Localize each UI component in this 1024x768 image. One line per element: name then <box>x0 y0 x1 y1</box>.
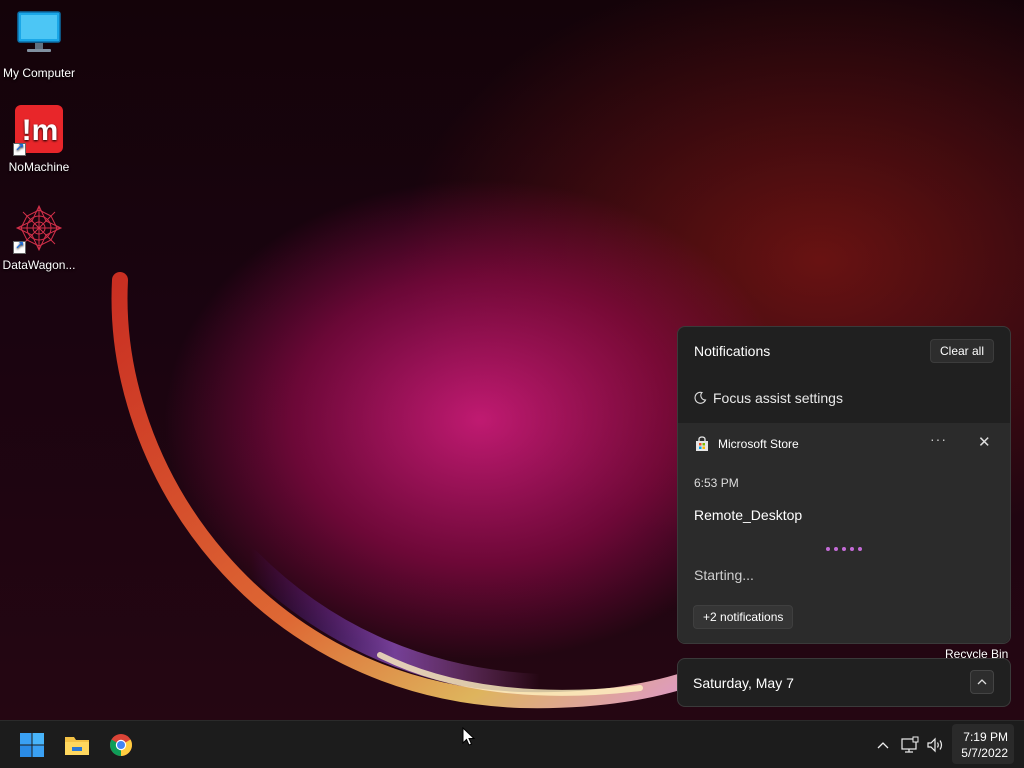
monitor-icon <box>13 10 65 62</box>
desktop-icon-datawagon[interactable]: DataWagon... <box>0 202 78 272</box>
clock-date: 5/7/2022 <box>961 746 1008 760</box>
nomachine-icon: !m <box>13 104 65 156</box>
start-button[interactable] <box>18 731 46 759</box>
notification-time: 6:53 PM <box>694 476 739 490</box>
taskbar-clock[interactable]: 7:19 PM 5/7/2022 <box>952 724 1014 764</box>
shortcut-arrow-icon <box>13 239 26 254</box>
notification-title: Remote_Desktop <box>694 507 803 523</box>
notification-app-name: Microsoft Store <box>718 437 799 451</box>
svg-text:!m: !m <box>22 114 59 147</box>
desktop-icon-label: My Computer <box>2 66 76 80</box>
folder-icon <box>65 737 89 755</box>
network-button[interactable] <box>900 735 920 755</box>
notification-status: Starting... <box>694 567 754 583</box>
windows-logo-icon <box>20 733 44 757</box>
notifications-title: Notifications <box>694 343 771 359</box>
chevron-up-icon <box>977 679 987 685</box>
more-notifications-button[interactable]: +2 notifications <box>693 605 794 629</box>
calendar-expand-button[interactable] <box>970 670 994 694</box>
volume-button[interactable] <box>925 735 945 755</box>
desktop-icon-nomachine[interactable]: !m NoMachine <box>0 104 78 174</box>
notification-card[interactable]: Microsoft Store ··· ✕ 6:53 PM Remote_Des… <box>678 423 1010 643</box>
desktop-icon-label: NoMachine <box>8 160 70 174</box>
mouse-cursor-icon <box>462 727 476 746</box>
chrome-icon <box>110 734 132 756</box>
datawagon-icon <box>13 202 65 254</box>
chrome-button[interactable] <box>107 731 135 759</box>
focus-assist-label: Focus assist settings <box>713 390 843 406</box>
moon-icon <box>694 391 707 404</box>
clear-all-button[interactable]: Clear all <box>929 339 994 363</box>
file-explorer-button[interactable] <box>63 731 91 759</box>
network-icon <box>901 736 919 753</box>
notification-center: Notifications Clear all Focus assist set… <box>677 326 1011 644</box>
progress-dots <box>826 547 862 551</box>
focus-assist-settings-link[interactable]: Focus assist settings <box>693 390 843 406</box>
taskbar: 7:19 PM 5/7/2022 <box>0 720 1024 768</box>
clock-time: 7:19 PM <box>963 730 1008 744</box>
calendar-flyout: Saturday, May 7 <box>677 658 1011 707</box>
desktop-icon-my-computer[interactable]: My Computer <box>0 10 78 80</box>
desktop-icon-label: DataWagon... <box>2 258 76 272</box>
notification-close-button[interactable]: ✕ <box>978 433 991 451</box>
show-hidden-icons-button[interactable] <box>873 735 893 755</box>
volume-icon <box>927 737 943 753</box>
store-icon <box>696 436 708 451</box>
calendar-date: Saturday, May 7 <box>693 675 794 691</box>
notification-more-button[interactable]: ··· <box>930 431 947 447</box>
shortcut-arrow-icon <box>13 141 26 156</box>
chevron-up-icon <box>877 742 889 749</box>
